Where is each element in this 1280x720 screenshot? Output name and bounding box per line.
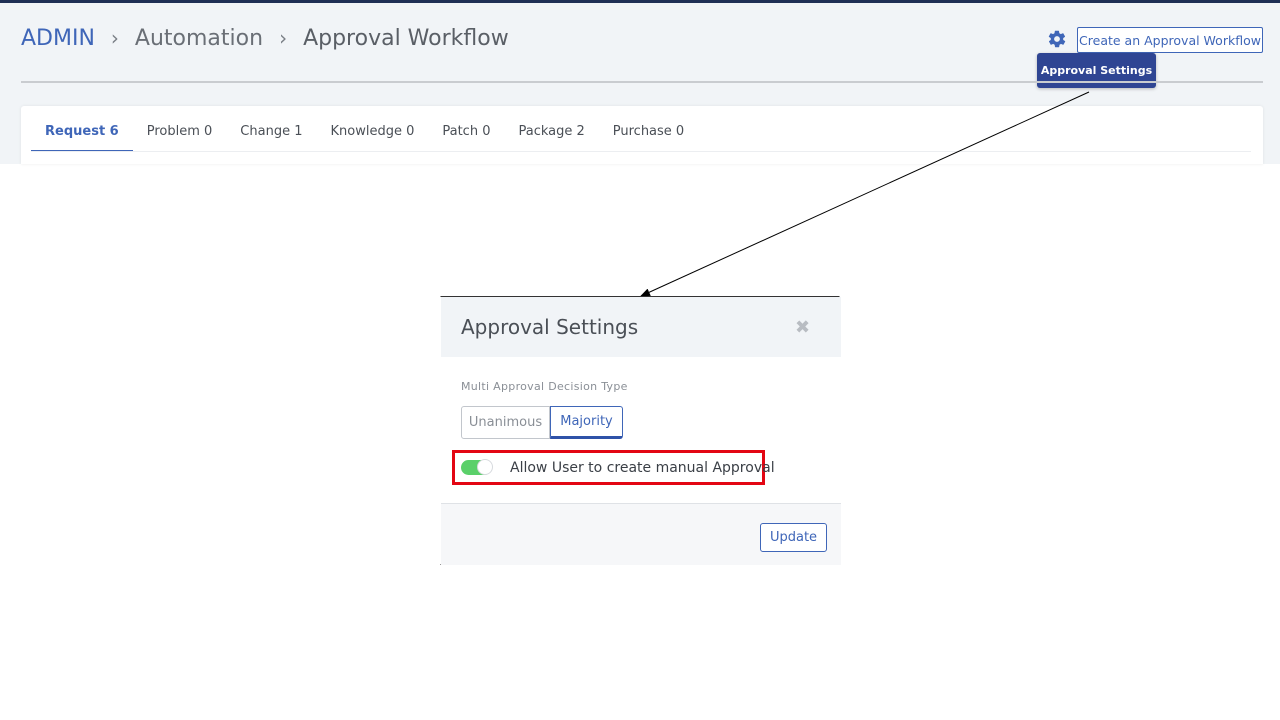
breadcrumb-separator: › xyxy=(110,26,119,50)
tab-patch[interactable]: Patch 0 xyxy=(428,106,504,152)
tab-request[interactable]: Request 6 xyxy=(31,106,133,152)
tab-problem[interactable]: Problem 0 xyxy=(133,106,227,152)
decision-type-label: Multi Approval Decision Type xyxy=(461,380,628,393)
dialog-title: Approval Settings xyxy=(461,315,639,339)
gear-icon[interactable] xyxy=(1047,29,1067,49)
breadcrumb-automation[interactable]: Automation xyxy=(135,26,263,51)
tab-package[interactable]: Package 2 xyxy=(504,106,598,152)
breadcrumb: ADMIN › Automation › Approval Workflow xyxy=(21,23,509,53)
tab-knowledge[interactable]: Knowledge 0 xyxy=(316,106,428,152)
page-title: Approval Workflow xyxy=(303,25,509,51)
majority-option[interactable]: Majority xyxy=(550,406,623,439)
dialog-header: Approval Settings ✖ xyxy=(441,297,841,357)
tab-purchase[interactable]: Purchase 0 xyxy=(599,106,698,152)
close-icon[interactable]: ✖ xyxy=(795,317,810,338)
unanimous-option[interactable]: Unanimous xyxy=(461,406,550,439)
tabs-card: Request 6 Problem 0 Change 1 Knowledge 0… xyxy=(21,106,1263,164)
switch-knob xyxy=(477,459,493,475)
manual-approval-switch[interactable] xyxy=(461,459,493,475)
breadcrumb-separator: › xyxy=(279,26,288,50)
create-approval-workflow-button[interactable]: Create an Approval Workflow xyxy=(1077,27,1263,53)
approval-settings-dialog: Approval Settings ✖ Multi Approval Decis… xyxy=(440,296,841,565)
breadcrumb-admin[interactable]: ADMIN xyxy=(21,26,95,51)
update-button[interactable]: Update xyxy=(760,523,827,552)
manual-approval-label: Allow User to create manual Approval xyxy=(510,460,775,476)
tab-change[interactable]: Change 1 xyxy=(226,106,316,152)
decision-type-toggle: Unanimous Majority xyxy=(461,406,623,439)
tabs-divider xyxy=(31,151,1251,152)
header-divider xyxy=(21,81,1263,83)
module-tabs: Request 6 Problem 0 Change 1 Knowledge 0… xyxy=(31,106,698,152)
dialog-footer: Update xyxy=(441,503,841,565)
